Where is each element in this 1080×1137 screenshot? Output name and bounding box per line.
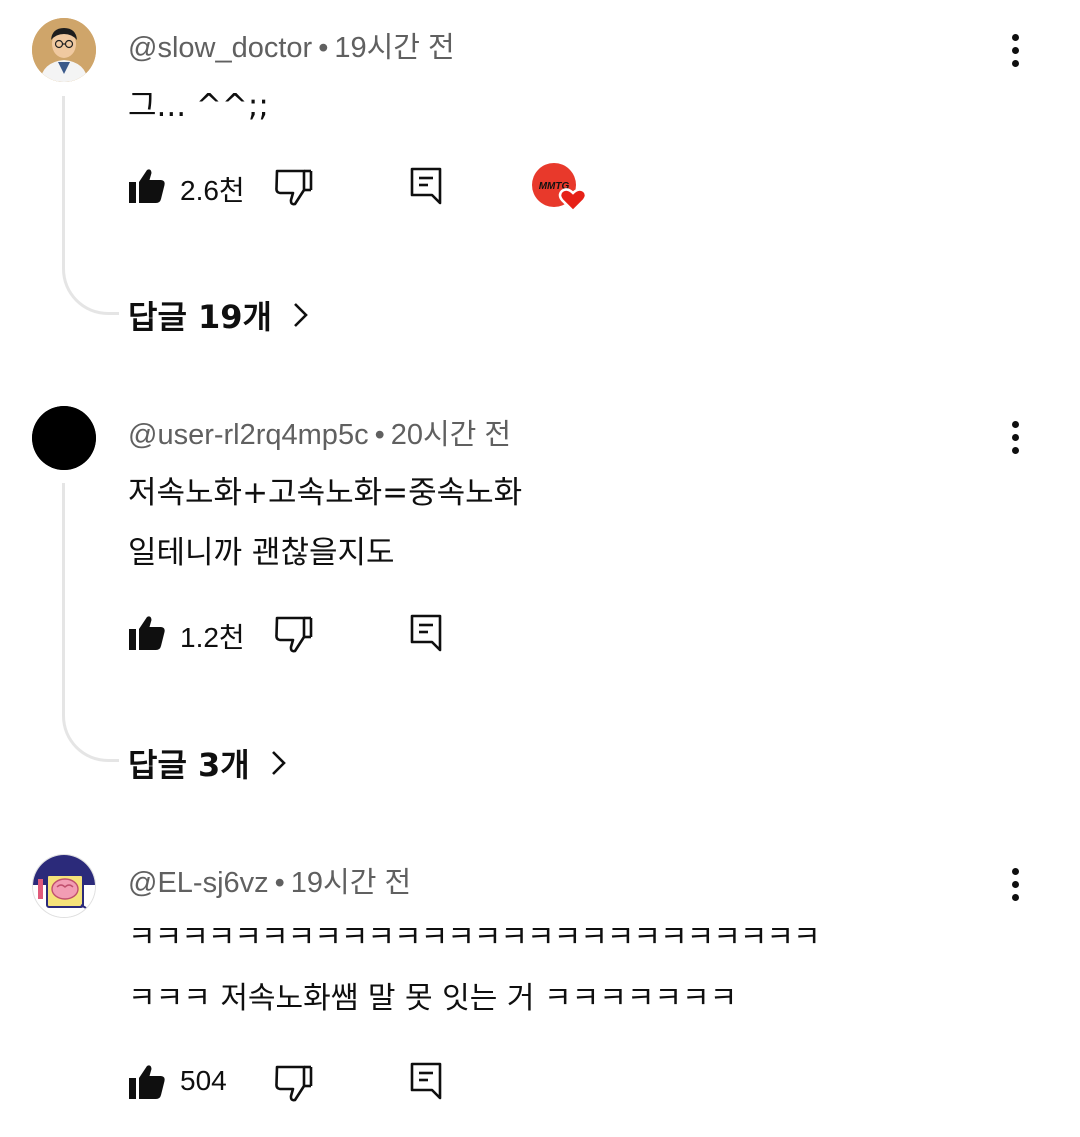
thumbs-down-icon bbox=[275, 1065, 313, 1102]
dislike-button[interactable] bbox=[275, 616, 313, 658]
view-replies-button[interactable]: 답글 3개 bbox=[128, 740, 292, 786]
avatar[interactable] bbox=[32, 18, 96, 82]
reply-button[interactable] bbox=[410, 167, 442, 209]
comment-text-line-1: 저속노화+고속노화=중속노화 bbox=[128, 475, 523, 511]
chevron-right-icon bbox=[294, 303, 308, 327]
comment-1: @slow_doctor • 19시간 전 그... ^^;; 2.6천 MMTG bbox=[0, 0, 1080, 360]
meta-separator: • bbox=[274, 867, 285, 899]
comment-text: 그... ^^;; bbox=[128, 88, 269, 124]
thread-line bbox=[62, 483, 119, 762]
like-button[interactable] bbox=[128, 167, 166, 209]
comment-time: 20시간 전 bbox=[390, 419, 512, 451]
creator-heart-badge: MMTG bbox=[531, 162, 591, 214]
comment-time: 19시간 전 bbox=[290, 867, 412, 899]
like-count: 1.2천 bbox=[180, 622, 245, 653]
view-replies-button[interactable]: 답글 19개 bbox=[128, 292, 314, 338]
chevron-right-icon bbox=[271, 751, 286, 775]
more-options-button[interactable] bbox=[1001, 862, 1031, 908]
more-options-button[interactable] bbox=[1001, 28, 1031, 74]
thumbs-up-icon bbox=[129, 169, 165, 203]
thumbs-down-icon bbox=[275, 169, 313, 206]
comment-text-line-2: ㅋㅋㅋ 저속노화쌤 말 못 잇는 거 ㅋㅋㅋㅋㅋㅋㅋ bbox=[128, 981, 738, 1016]
reply-comment-icon bbox=[410, 614, 442, 652]
reply-button[interactable] bbox=[410, 614, 442, 656]
creator-heart-icon: MMTG bbox=[532, 163, 588, 213]
doctor-avatar-icon bbox=[32, 18, 96, 82]
replies-label: 답글 3개 bbox=[128, 746, 250, 784]
thumbs-up-icon bbox=[129, 1065, 165, 1099]
reply-comment-icon bbox=[410, 1062, 442, 1100]
thread-line bbox=[62, 96, 119, 315]
comment-time: 19시간 전 bbox=[334, 32, 455, 64]
comment-text-line-1: ㅋㅋㅋㅋㅋㅋㅋㅋㅋㅋㅋㅋㅋㅋㅋㅋㅋㅋㅋㅋㅋㅋㅋㅋㅋㅋ bbox=[128, 920, 821, 955]
like-button[interactable] bbox=[128, 614, 166, 656]
brain-illustration-avatar-icon bbox=[33, 855, 95, 917]
comment-text-line-2: 일테니까 괜찮을지도 bbox=[128, 535, 395, 571]
black-circle-avatar-icon bbox=[32, 406, 96, 470]
thumbs-up-icon bbox=[129, 616, 165, 650]
dislike-button[interactable] bbox=[275, 1065, 313, 1107]
more-options-button[interactable] bbox=[1001, 415, 1031, 461]
dislike-button[interactable] bbox=[275, 169, 313, 211]
like-count: 504 bbox=[180, 1065, 227, 1096]
avatar[interactable] bbox=[32, 406, 96, 470]
like-button[interactable] bbox=[128, 1063, 166, 1105]
reply-comment-icon bbox=[410, 167, 442, 205]
comment-meta: @EL-sj6vz • 19시간 전 bbox=[128, 859, 411, 901]
meta-separator: • bbox=[318, 32, 329, 64]
reply-button[interactable] bbox=[410, 1062, 442, 1104]
comment-meta: @slow_doctor • 19시간 전 bbox=[128, 24, 455, 66]
avatar[interactable] bbox=[32, 854, 96, 918]
author-name[interactable]: @EL-sj6vz bbox=[128, 867, 269, 899]
replies-label: 답글 19개 bbox=[128, 298, 272, 336]
comment-meta: @user-rl2rq4mp5c • 20시간 전 bbox=[128, 411, 511, 453]
like-count: 2.6천 bbox=[180, 175, 245, 206]
thumbs-down-icon bbox=[275, 616, 313, 653]
author-name[interactable]: @user-rl2rq4mp5c bbox=[128, 419, 369, 451]
author-name[interactable]: @slow_doctor bbox=[128, 32, 312, 64]
meta-separator: • bbox=[374, 419, 385, 451]
